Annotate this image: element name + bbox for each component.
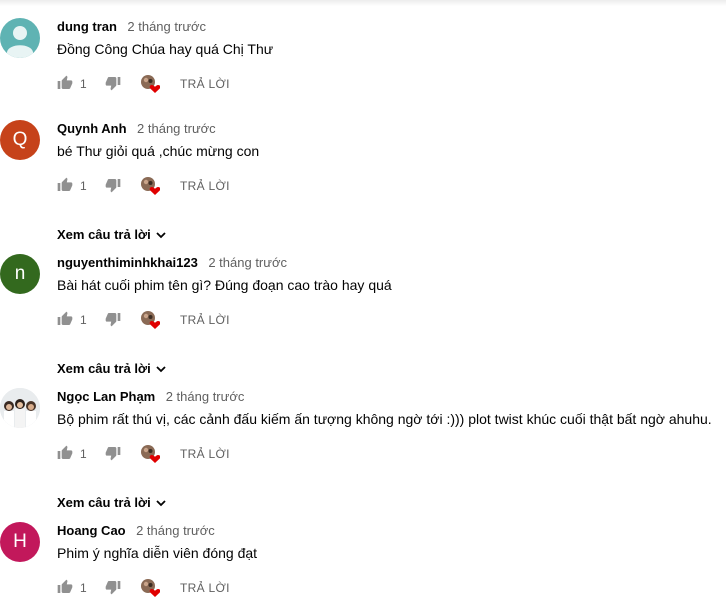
comment-time[interactable]: 2 tháng trước	[136, 523, 215, 538]
comment-text: Bộ phim rất thú vị, các cảnh đấu kiếm ấn…	[57, 411, 712, 427]
avatar[interactable]: H	[0, 522, 40, 562]
reply-button[interactable]: TRẢ LỜI	[180, 179, 230, 193]
avatar-letter: H	[13, 531, 27, 552]
comment-actions: 1 TRẢ LỜI	[57, 74, 357, 94]
like-count: 1	[80, 179, 87, 193]
avatar-letter: Q	[12, 129, 28, 150]
creator-heart-icon	[141, 311, 160, 329]
comment-author[interactable]: dung tran	[57, 19, 117, 34]
comment-text: bé Thư giỏi quá ,chúc mừng con	[57, 143, 260, 159]
view-replies-label: Xem câu trả lời	[57, 495, 151, 510]
comment-author[interactable]: nguyenthiminhkhai123	[57, 255, 198, 270]
avatar[interactable]	[0, 388, 40, 428]
view-replies-button[interactable]: Xem câu trả lời	[57, 495, 166, 510]
comment-text: Bài hát cuối phim tên gì? Đúng đoạn cao …	[57, 277, 392, 293]
comment-author[interactable]: Quynh Anh	[57, 121, 127, 136]
comment-actions: 1 TRẢ LỜI	[57, 310, 357, 330]
default-user-icon	[7, 26, 33, 58]
comment-text: Phim ý nghĩa diễn viên đóng đạt	[57, 545, 258, 561]
like-count: 1	[80, 581, 87, 595]
comment-author[interactable]: Ngọc Lan Phạm	[57, 389, 155, 404]
thumbs-up-icon[interactable]	[57, 75, 73, 91]
group-photo-icon	[0, 388, 40, 428]
comment-author[interactable]: Hoang Cao	[57, 523, 126, 538]
comment-time[interactable]: 2 tháng trước	[127, 19, 206, 34]
creator-heart-icon	[141, 445, 160, 463]
view-replies-button[interactable]: Xem câu trả lời	[57, 227, 166, 242]
thumbs-down-icon[interactable]	[105, 445, 121, 461]
comment-time[interactable]: 2 tháng trước	[166, 389, 245, 404]
creator-heart-icon	[141, 177, 160, 195]
creator-heart-icon	[141, 579, 160, 597]
avatar-letter: n	[14, 263, 26, 284]
reply-button[interactable]: TRẢ LỜI	[180, 77, 230, 91]
chevron-down-icon	[156, 231, 166, 238]
view-replies-label: Xem câu trả lời	[57, 361, 151, 376]
thumbs-up-icon[interactable]	[57, 177, 73, 193]
chevron-down-icon	[156, 365, 166, 372]
thumbs-down-icon[interactable]	[105, 177, 121, 193]
thumbs-up-icon[interactable]	[57, 311, 73, 327]
thumbs-up-icon[interactable]	[57, 579, 73, 595]
comment-time[interactable]: 2 tháng trước	[137, 121, 216, 136]
view-replies-label: Xem câu trả lời	[57, 227, 151, 242]
thumbs-down-icon[interactable]	[105, 579, 121, 595]
thumbs-up-icon[interactable]	[57, 445, 73, 461]
chevron-down-icon	[156, 499, 166, 506]
comment-actions: 1 TRẢ LỜI	[57, 444, 357, 464]
avatar[interactable]: n	[0, 254, 40, 294]
thumbs-down-icon[interactable]	[105, 311, 121, 327]
comment-actions: 1 TRẢ LỜI	[57, 578, 357, 598]
comment-time[interactable]: 2 tháng trước	[208, 255, 287, 270]
like-count: 1	[80, 447, 87, 461]
thumbs-down-icon[interactable]	[105, 75, 121, 91]
reply-button[interactable]: TRẢ LỜI	[180, 447, 230, 461]
view-replies-button[interactable]: Xem câu trả lời	[57, 361, 166, 376]
comment-actions: 1 TRẢ LỜI	[57, 176, 357, 196]
avatar[interactable]	[0, 18, 40, 58]
comment-text: Đồng Công Chúa hay quá Chị Thư	[57, 41, 274, 57]
avatar[interactable]: Q	[0, 120, 40, 160]
reply-button[interactable]: TRẢ LỜI	[180, 581, 230, 595]
reply-button[interactable]: TRẢ LỜI	[180, 313, 230, 327]
like-count: 1	[80, 77, 87, 91]
top-divider	[0, 0, 726, 6]
like-count: 1	[80, 313, 87, 327]
creator-heart-icon	[141, 75, 160, 93]
